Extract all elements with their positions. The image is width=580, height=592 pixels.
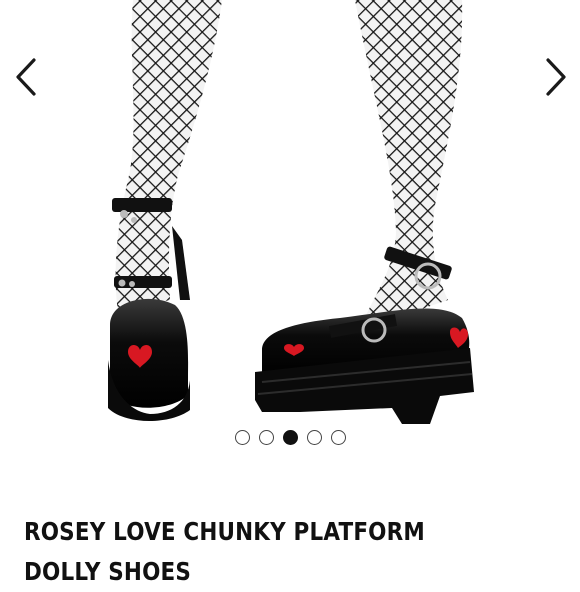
carousel-dot[interactable] xyxy=(234,430,250,445)
carousel-dot[interactable] xyxy=(330,430,346,445)
chevron-right-icon xyxy=(546,58,566,96)
chevron-left-icon xyxy=(16,58,36,96)
next-image-button[interactable] xyxy=(534,52,578,102)
product-title: ROSEY LOVE CHUNKY PLATFORM DOLLY SHOES xyxy=(24,517,425,586)
product-image-carousel[interactable] xyxy=(0,0,580,505)
carousel-dot-active[interactable] xyxy=(282,430,298,445)
previous-image-button[interactable] xyxy=(4,52,48,102)
carousel-dot[interactable] xyxy=(258,430,274,445)
carousel-pagination xyxy=(0,430,580,450)
carousel-dot[interactable] xyxy=(306,430,322,445)
